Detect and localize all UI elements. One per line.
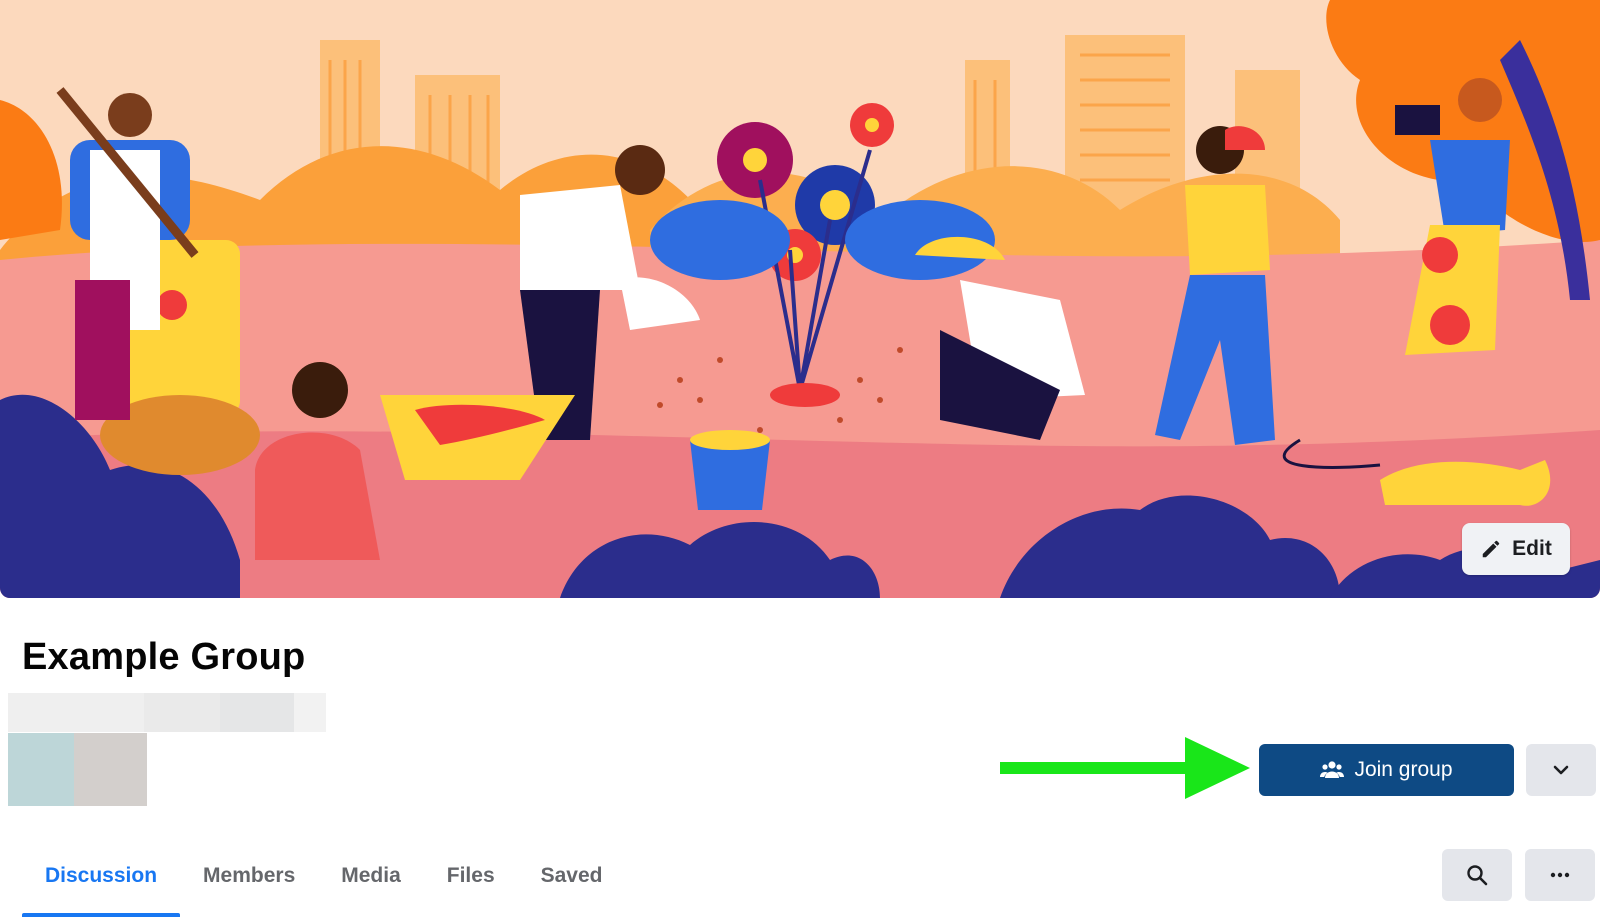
tab-members[interactable]: Members — [180, 848, 318, 917]
redacted-block — [294, 693, 326, 732]
group-title: Example Group — [22, 636, 306, 678]
group-tabs: Discussion Members Media Files Saved — [22, 848, 626, 917]
join-options-dropdown-button[interactable] — [1526, 744, 1596, 796]
tab-files[interactable]: Files — [424, 848, 518, 917]
join-group-label: Join group — [1354, 758, 1453, 781]
tab-media[interactable]: Media — [318, 848, 424, 917]
more-options-button[interactable] — [1525, 849, 1595, 901]
redacted-member-avatars — [8, 733, 147, 806]
tab-saved[interactable]: Saved — [518, 848, 626, 917]
more-dots-icon — [1550, 872, 1570, 878]
cover-photo — [0, 0, 1600, 598]
redacted-block — [8, 693, 144, 732]
edit-label: Edit — [1512, 537, 1552, 560]
pencil-icon — [1482, 540, 1500, 558]
chevron-down-icon — [1553, 765, 1569, 775]
redacted-avatar — [8, 733, 74, 806]
search-group-button[interactable] — [1442, 849, 1512, 901]
edit-cover-button[interactable]: Edit — [1462, 523, 1570, 575]
cover-illustration — [0, 0, 1600, 598]
annotation-arrow-icon — [1000, 737, 1250, 799]
redacted-block — [144, 693, 220, 732]
tab-discussion[interactable]: Discussion — [22, 848, 181, 917]
redacted-group-info — [8, 693, 326, 732]
join-group-button[interactable]: Join group — [1259, 744, 1514, 796]
redacted-block — [220, 693, 294, 732]
people-icon — [1320, 761, 1345, 778]
search-icon — [1467, 865, 1488, 886]
redacted-avatar — [74, 733, 147, 806]
group-page: Edit Example Group Join group Discussion — [0, 0, 1600, 917]
